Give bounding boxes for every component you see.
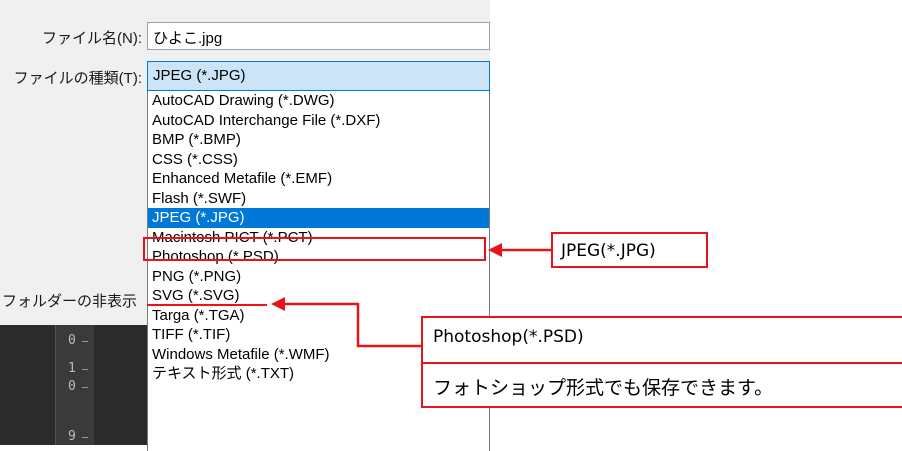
filename-input[interactable]: ひよこ.jpg xyxy=(147,22,490,50)
background-app-area: 0 1 0 9 xyxy=(0,325,147,445)
hide-folders-button[interactable]: フォルダーの非表示 xyxy=(2,290,142,311)
filetype-select[interactable]: JPEG (*.JPG) xyxy=(147,61,490,91)
ruler-number: 1 xyxy=(68,361,76,376)
filetype-option[interactable]: SVG (*.SVG) xyxy=(148,286,489,306)
ruler-tick xyxy=(82,341,88,342)
filetype-option[interactable]: CSS (*.CSS) xyxy=(148,150,489,170)
ruler-number: 0 xyxy=(68,379,76,394)
ruler-tick xyxy=(82,369,88,370)
filename-label: ファイル名(N): xyxy=(42,30,142,47)
ruler-number: 0 xyxy=(68,333,76,348)
jpeg-arrow-head xyxy=(488,243,502,257)
psd-callout: Photoshop(*.PSD) フォトショップ形式でも保存できます。 xyxy=(421,316,902,408)
psd-callout-title: Photoshop(*.PSD) xyxy=(433,327,584,347)
jpeg-callout: JPEG(*.JPG) xyxy=(551,232,708,268)
filetype-option[interactable]: Flash (*.SWF) xyxy=(148,189,489,209)
callout-divider xyxy=(423,362,902,364)
filetype-option[interactable]: JPEG (*.JPG) xyxy=(148,208,489,228)
filetype-option[interactable]: BMP (*.BMP) xyxy=(148,130,489,150)
psd-callout-note: フォトショップ形式でも保存できます。 xyxy=(433,377,774,399)
filetype-option[interactable]: Macintosh PICT (*.PCT) xyxy=(148,228,489,248)
ruler-number: 9 xyxy=(68,429,76,444)
filetype-option[interactable]: Photoshop (*.PSD) xyxy=(148,247,489,267)
ruler: 0 1 0 9 xyxy=(55,325,94,445)
filetype-option[interactable]: PNG (*.PNG) xyxy=(148,267,489,287)
filetype-label: ファイルの種類(T): xyxy=(13,70,142,87)
ruler-tick xyxy=(82,437,88,438)
psd-underline xyxy=(147,304,267,306)
ruler-tick xyxy=(82,387,88,388)
filetype-option[interactable]: AutoCAD Interchange File (*.DXF) xyxy=(148,111,489,131)
filetype-option[interactable]: AutoCAD Drawing (*.DWG) xyxy=(148,91,489,111)
filetype-option[interactable]: Enhanced Metafile (*.EMF) xyxy=(148,169,489,189)
